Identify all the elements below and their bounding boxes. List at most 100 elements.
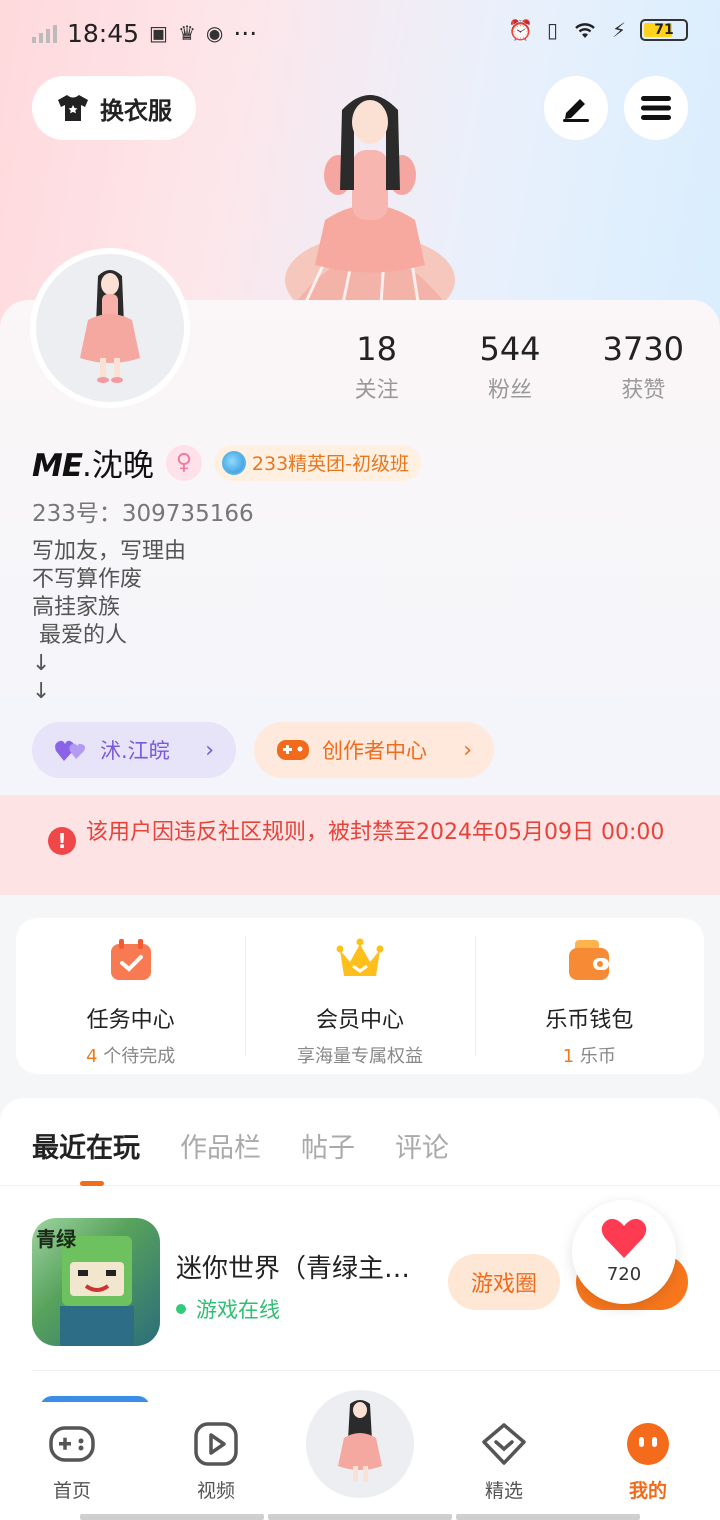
media-icon: ◉ (205, 21, 224, 45)
game-online-status: 游戏在线 (176, 1294, 280, 1324)
pending-task-count: 4 (86, 1046, 98, 1067)
home-indicator (80, 1514, 640, 1520)
pencil-icon (563, 99, 589, 122)
avatar-mini-figure (338, 1400, 382, 1482)
rank-badge[interactable]: 233精英团-初级班 (213, 444, 422, 481)
vibrate-icon: ▯ (546, 18, 558, 42)
change-outfit-button[interactable]: 换衣服 (32, 76, 196, 140)
nav-mine-label: 我的 (628, 1480, 667, 1502)
calendar-check-icon (110, 939, 151, 980)
name-row: ME.沈晚 ♀ 233精英团-初级班 (32, 440, 422, 485)
nav-featured[interactable]: 精选 (432, 1402, 576, 1520)
following-label: 关注 (354, 378, 399, 403)
member-center-sub: 享海量专属权益 (245, 1042, 474, 1068)
member-center-title: 会员中心 (315, 1008, 404, 1033)
center-avatar-button[interactable] (300, 1384, 420, 1504)
menu-button[interactable] (624, 76, 688, 140)
nav-home[interactable]: 首页 (0, 1402, 144, 1520)
creator-center-chip[interactable]: 创作者中心 › (254, 722, 494, 778)
coin-wallet[interactable]: 乐币钱包 1 乐币 (474, 936, 704, 1067)
content-panel: 最近在玩 作品栏 帖子 评论 青绿 迷你世界（青绿主… 游戏在线 游戏圈 720 (0, 1098, 720, 1408)
partner-chip[interactable]: 沭.江皖 › (32, 722, 236, 778)
member-center-text: 享海量专属权益 (296, 1046, 423, 1067)
task-center[interactable]: 任务中心 4 个待完成 (16, 936, 245, 1067)
bio-text: 写加友，写理由 不写算作废 高挂家族 最爱的人 ↓ ↓ (32, 539, 187, 704)
chevron-right-icon: › (205, 737, 214, 763)
username: ME.沈晚 (32, 440, 154, 485)
content-tabs: 最近在玩 作品栏 帖子 评论 (0, 1098, 720, 1186)
task-center-title: 任务中心 (86, 1008, 175, 1033)
game-status-text: 游戏在线 (196, 1298, 280, 1322)
profile-stats: 18 关注 544 粉丝 3730 获赞 (310, 330, 710, 404)
female-icon: ♀ (165, 444, 202, 481)
following-count: 18 (356, 330, 398, 368)
partner-name: 沭.江皖 (100, 739, 170, 763)
tab-works[interactable]: 作品栏 (180, 1126, 261, 1185)
avatar-figure[interactable] (270, 80, 470, 320)
username-suffix: .沈晚 (82, 448, 154, 484)
status-bar: 18:45 ▣ ♛ ◉ ··· ⏰ ▯ ⚡ 71 (0, 0, 720, 66)
pending-task-text: 个待完成 (97, 1046, 176, 1067)
crown-status-icon: ♛ (177, 21, 196, 45)
play-icon (194, 1422, 238, 1466)
ban-notice: ! 该用户因违反社区规则，被封禁至2024年05月09日 00:00 (0, 795, 720, 895)
nav-video-label: 视频 (196, 1480, 235, 1502)
following-stat[interactable]: 18 关注 (310, 330, 443, 404)
hamburger-icon (641, 96, 671, 120)
chevron-right-icon: › (463, 737, 472, 763)
ban-notice-text: 该用户因违反社区规则，被封禁至2024年05月09日 00:00 (86, 820, 665, 845)
alarm-icon: ⏰ (508, 18, 533, 42)
nav-video[interactable]: 视频 (144, 1402, 288, 1520)
battery-icon: 71 (640, 19, 688, 41)
sim-icon: ▣ (149, 21, 168, 45)
edit-profile-button[interactable] (544, 76, 608, 140)
nav-mine[interactable]: 我的 (576, 1402, 720, 1520)
game-icon-text: 青绿 (36, 1227, 77, 1251)
status-more: ··· (233, 18, 258, 48)
game-circle-button[interactable]: 游戏圈 (448, 1254, 560, 1310)
tshirt-icon (58, 95, 88, 121)
tab-comments[interactable]: 评论 (395, 1126, 449, 1185)
likes-stat[interactable]: 3730 获赞 (577, 330, 710, 404)
username-prefix: ME (32, 448, 83, 484)
gamepad-plus-icon (277, 740, 309, 760)
likes-count: 3730 (602, 330, 685, 368)
nav-featured-label: 精选 (484, 1480, 523, 1502)
coin-unit: 乐币 (574, 1046, 616, 1067)
coin-wallet-sub: 1 乐币 (475, 1042, 704, 1068)
heart-box-icon (482, 1423, 526, 1465)
fans-count: 544 (479, 330, 541, 368)
active-tab-indicator (80, 1181, 104, 1186)
tab-posts[interactable]: 帖子 (301, 1126, 355, 1185)
avatar-thumbnail (80, 270, 140, 383)
face-icon (627, 1423, 669, 1465)
recent-game-item[interactable]: 青绿 迷你世界（青绿主… 游戏在线 游戏圈 720 (32, 1200, 720, 1348)
like-bubble[interactable]: 720 (572, 1200, 676, 1304)
change-outfit-label: 换衣服 (100, 96, 172, 125)
heart-icon (601, 1218, 647, 1258)
services-card: 任务中心 4 个待完成 会员中心 享海量专属权益 乐币钱包 1 乐币 (16, 918, 704, 1074)
task-center-sub: 4 个待完成 (16, 1042, 245, 1068)
game-title: 迷你世界（青绿主… (176, 1254, 411, 1284)
double-heart-icon (55, 740, 85, 761)
list-divider (32, 1370, 720, 1371)
crown-icon (336, 938, 384, 976)
rank-label: 233精英团-初级班 (251, 453, 410, 475)
online-dot-icon (176, 1304, 186, 1314)
gamepad-icon (49, 1426, 95, 1462)
status-time: 18:45 (67, 18, 140, 48)
creator-center-label: 创作者中心 (322, 739, 427, 763)
nav-home-label: 首页 (52, 1480, 91, 1502)
user-id: 233号：309735166 (32, 501, 254, 527)
game-character-art: 青绿 (36, 1227, 134, 1346)
game-app-icon[interactable]: 青绿 (32, 1218, 160, 1346)
charging-icon: ⚡ (611, 18, 626, 42)
profile-avatar[interactable] (30, 248, 190, 408)
member-center[interactable]: 会员中心 享海量专属权益 (245, 936, 474, 1067)
fans-stat[interactable]: 544 粉丝 (443, 330, 576, 404)
gem-icon (221, 450, 246, 475)
tab-recent-played[interactable]: 最近在玩 (32, 1126, 140, 1185)
likes-label: 获赞 (621, 378, 666, 403)
wallet-icon (569, 940, 610, 980)
alert-icon: ! (48, 827, 76, 855)
